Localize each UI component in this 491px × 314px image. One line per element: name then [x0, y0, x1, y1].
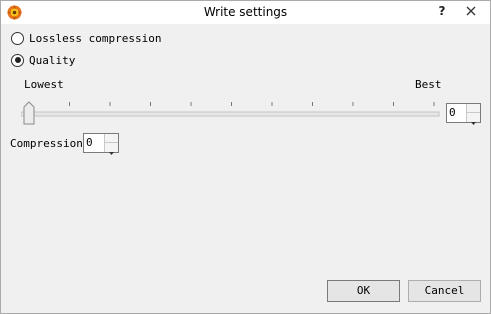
ok-button[interactable]: OK	[327, 280, 400, 302]
slider-thumb	[23, 101, 35, 125]
quality-decrement-button[interactable]	[467, 113, 480, 125]
title-bar[interactable]: Write settings ?	[1, 1, 490, 24]
cancel-button[interactable]: Cancel	[408, 280, 481, 302]
compression-value: 0	[86, 136, 93, 149]
close-button[interactable]	[453, 2, 489, 20]
write-settings-dialog: Write settings ? Lossless compression Qu…	[0, 0, 491, 314]
compression-spin-arrows[interactable]	[104, 134, 118, 155]
lossless-label: Lossless compression	[29, 31, 162, 45]
help-button[interactable]: ?	[433, 2, 451, 22]
lossless-compression-option[interactable]: Lossless compression	[11, 30, 161, 46]
compression-label: Compression	[10, 137, 83, 150]
quality-increment-button[interactable]	[467, 104, 480, 116]
lossless-radio[interactable]	[11, 31, 24, 45]
quality-slider-track	[20, 101, 440, 125]
quality-slider[interactable]	[20, 95, 441, 127]
window-title: Write settings	[203, 5, 288, 19]
quality-value: 0	[449, 106, 456, 119]
quality-radio[interactable]	[11, 53, 24, 67]
quality-option[interactable]: Quality	[11, 52, 75, 68]
slider-min-label: Lowest	[24, 78, 64, 91]
slider-max-label: Best	[415, 78, 442, 91]
quality-label: Quality	[29, 53, 76, 67]
compression-decrement-button[interactable]	[105, 143, 118, 155]
compression-increment-button[interactable]	[105, 134, 118, 146]
quality-spinbox[interactable]: 0	[446, 103, 481, 125]
compression-spinbox[interactable]: 0	[83, 133, 119, 155]
quality-spin-arrows[interactable]	[466, 104, 480, 125]
